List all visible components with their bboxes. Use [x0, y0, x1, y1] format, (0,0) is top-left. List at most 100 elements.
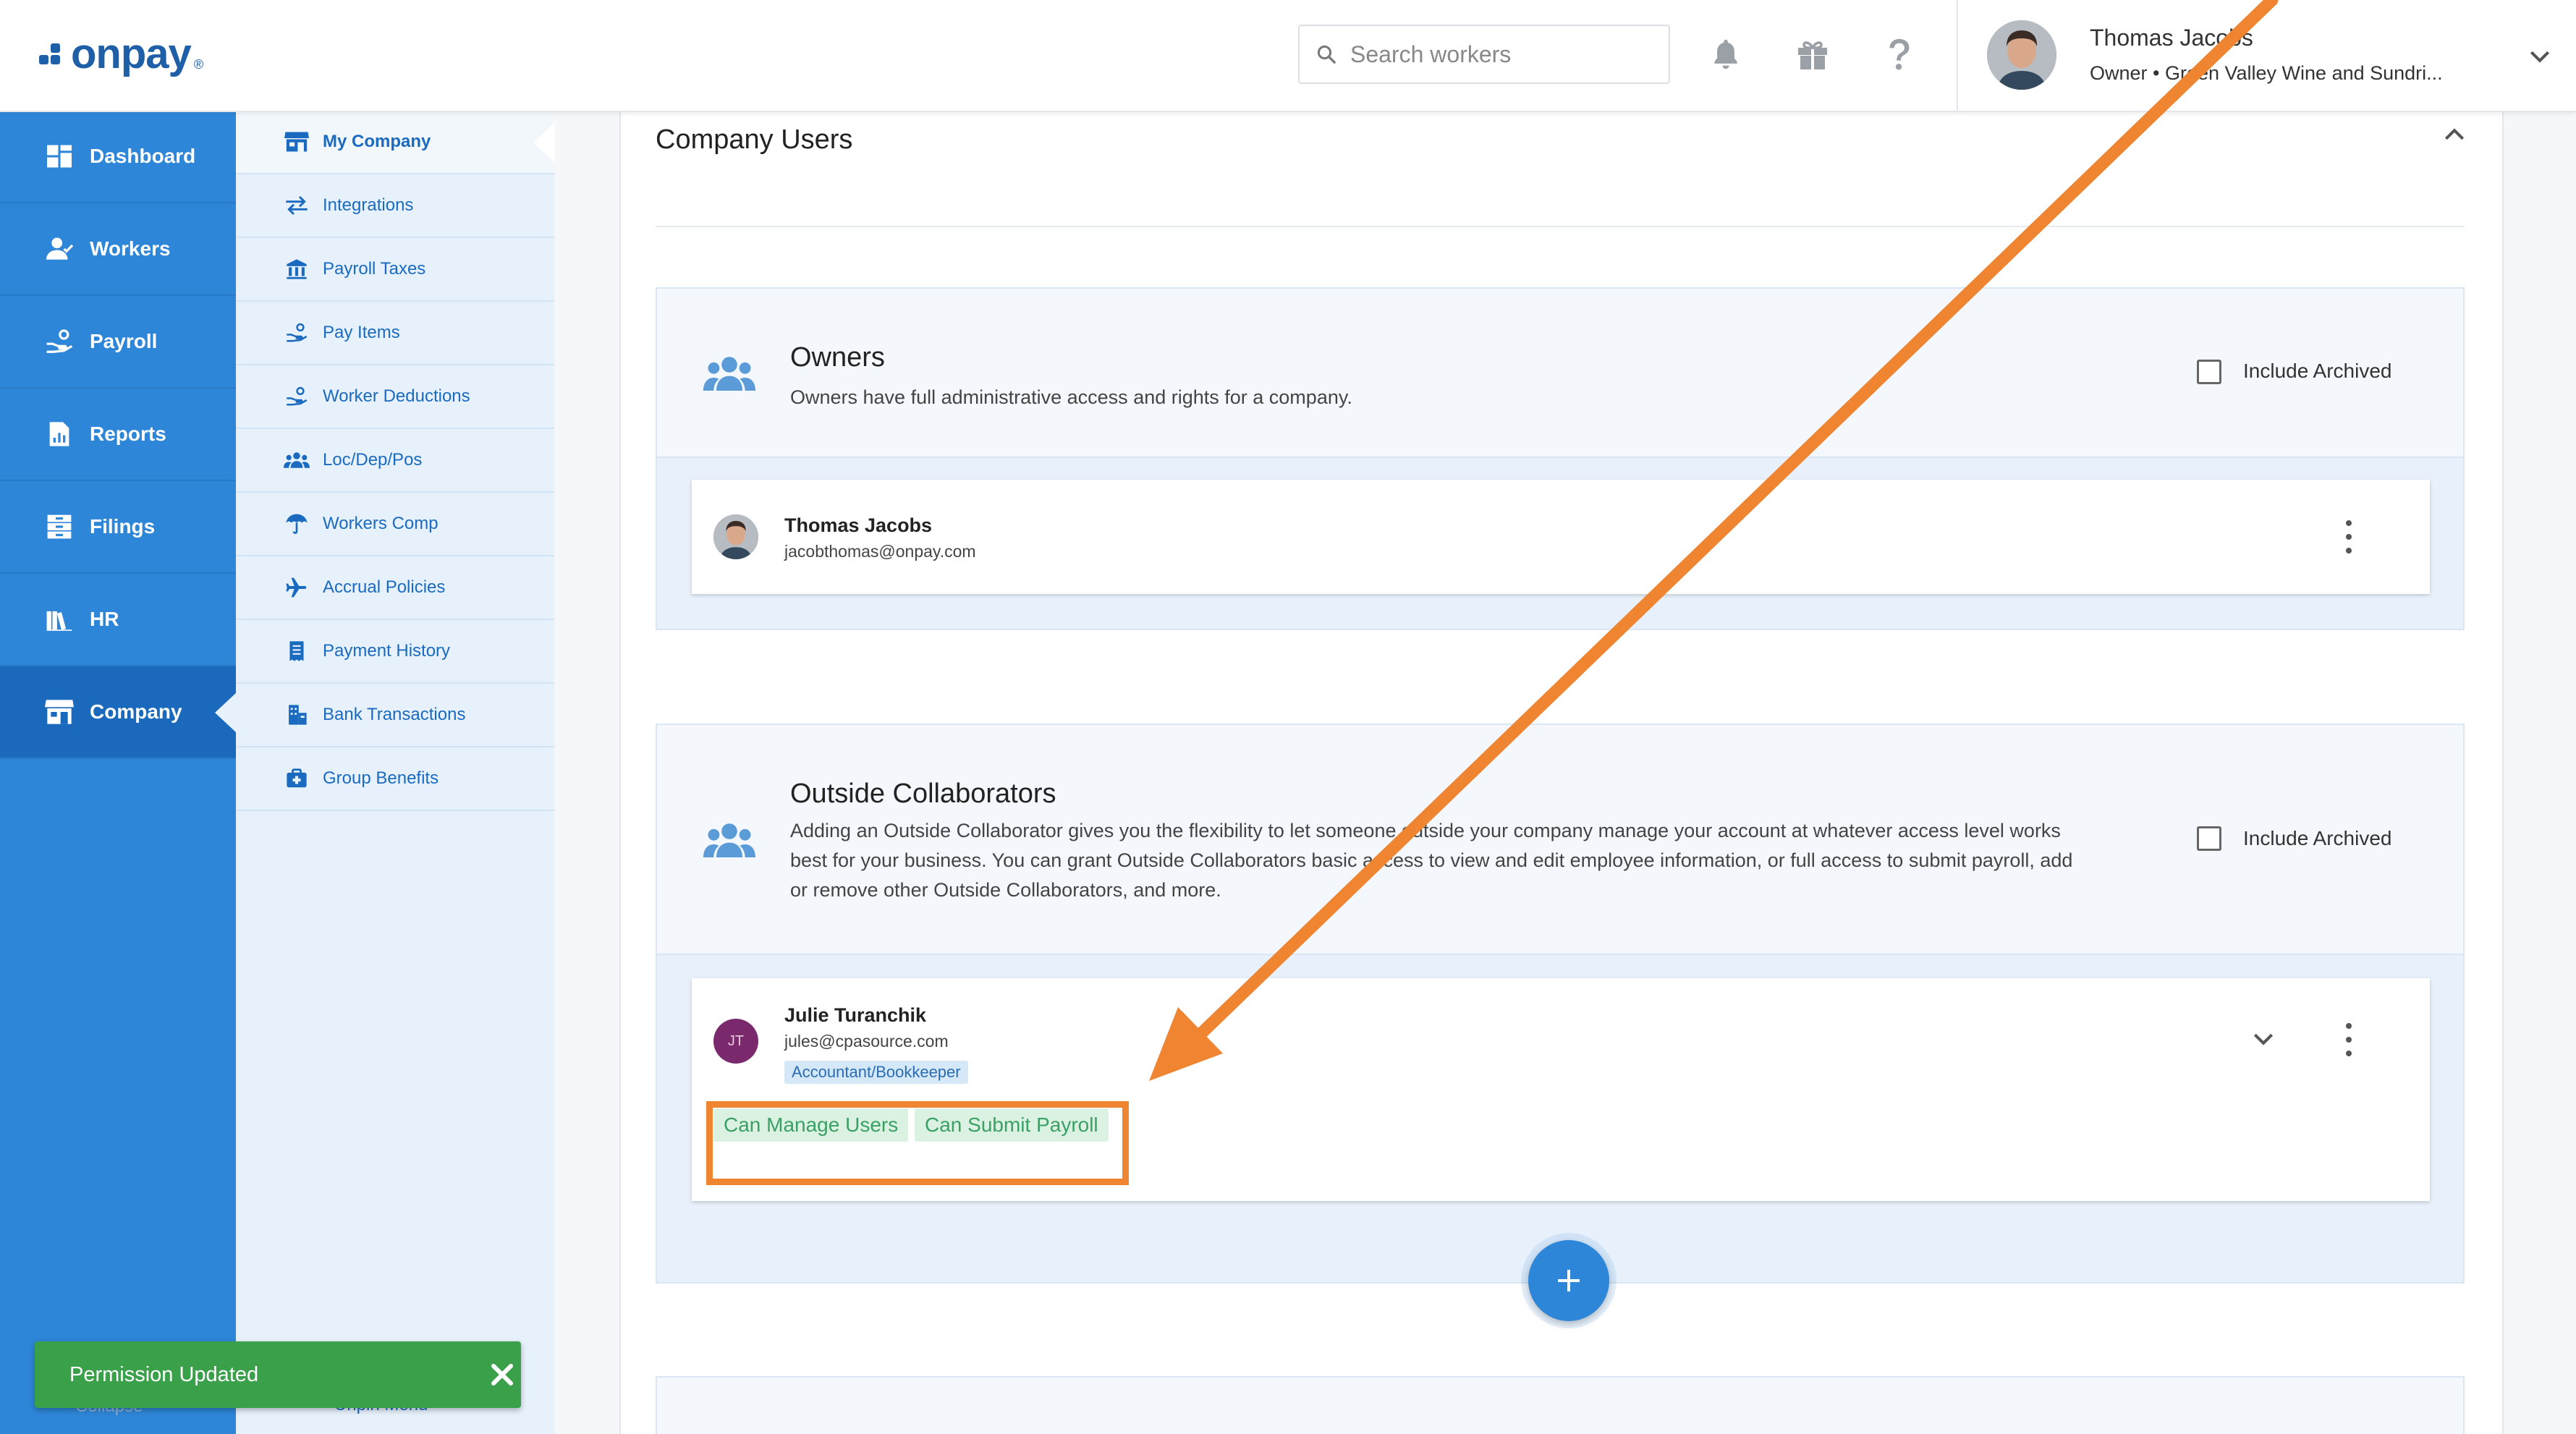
dashboard-icon — [43, 140, 75, 172]
collaborators-description-line-1: Adding an Outside Collaborator gives you… — [790, 820, 2061, 841]
include-archived-collaborators-checkbox[interactable] — [2197, 826, 2221, 851]
chevron-down-icon[interactable] — [2249, 1024, 2278, 1053]
collaborator-email: jules@cpasource.com — [784, 1032, 949, 1051]
collaborators-title: Outside Collaborators — [790, 778, 1056, 809]
collaborators-description-line-3: or remove other Outside Collaborators, a… — [790, 879, 1221, 901]
user-name[interactable]: Thomas Jacobs — [2090, 25, 2253, 51]
company-icon — [43, 696, 75, 728]
subnav-item-label: Loc/Dep/Pos — [323, 450, 423, 470]
subnav-item-accrual-policies[interactable]: Accrual Policies — [236, 556, 554, 620]
group-icon — [703, 357, 755, 391]
permission-badge-submit-payroll[interactable]: Can Submit Payroll — [915, 1108, 1109, 1142]
subnav-item-my-company[interactable]: My Company — [236, 111, 555, 174]
subnav-item-payment-history[interactable]: Payment History — [236, 620, 554, 684]
subnav-item-label: Payroll Taxes — [323, 259, 426, 279]
workers-icon — [43, 233, 75, 265]
user-role: Owner • Green Valley Wine and Sundri... — [2090, 62, 2443, 84]
sidebar-item-workers[interactable]: Workers — [0, 203, 236, 296]
more-options-icon[interactable] — [2342, 1023, 2356, 1056]
user-photo-icon — [713, 514, 758, 559]
role-badge: Accountant/Bookkeeper — [784, 1061, 968, 1084]
sidebar-item-label: Workers — [90, 237, 171, 260]
primary-sidebar: Dashboard Workers Payroll Reports Filing… — [0, 111, 237, 1434]
sidebar-item-label: Reports — [90, 423, 166, 445]
avatar[interactable] — [1987, 20, 2056, 90]
subnav-item-label: Worker Deductions — [323, 386, 470, 406]
chevron-up-icon[interactable] — [2440, 120, 2469, 149]
search-input[interactable] — [1349, 40, 1656, 69]
toast-message: Permission Updated — [69, 1363, 259, 1386]
sidebar-item-label: Payroll — [90, 330, 158, 352]
close-icon[interactable] — [489, 1362, 515, 1388]
subnav-item-group-benefits[interactable]: Group Benefits — [236, 747, 554, 811]
search-box[interactable] — [1298, 25, 1670, 84]
subnav-item-workers-comp[interactable]: Workers Comp — [236, 493, 554, 556]
include-archived-owners-checkbox[interactable] — [2197, 360, 2221, 384]
filings-icon — [43, 511, 75, 543]
onpay-logo[interactable]: onpay ® — [39, 26, 203, 81]
bank-icon — [284, 256, 310, 282]
subnav-item-integrations[interactable]: Integrations — [236, 174, 554, 238]
logo-text: onpay — [71, 30, 192, 77]
swap-icon — [284, 192, 310, 219]
gift-icon — [1798, 41, 1827, 69]
sidebar-item-label: Dashboard — [90, 145, 196, 167]
subnav-item-label: Group Benefits — [323, 768, 439, 788]
sidebar-item-filings[interactable]: Filings — [0, 481, 236, 574]
owner-email: jacobthomas@onpay.com — [784, 542, 976, 561]
sidebar-item-company[interactable]: Company — [0, 666, 237, 759]
permission-badge-manage-users[interactable]: Can Manage Users — [713, 1108, 909, 1142]
top-bar: onpay ® Search workers Thomas Jacobs Own… — [0, 0, 2576, 112]
header-divider — [1957, 0, 1958, 111]
hand-coin-icon — [284, 383, 310, 410]
subnav-item-loc-dep-pos[interactable]: Loc/Dep/Pos — [236, 429, 554, 493]
group-icon — [703, 823, 755, 857]
owners-description: Owners have full administrative access a… — [790, 386, 1352, 408]
chevron-down-icon[interactable] — [2525, 42, 2554, 71]
sidebar-item-reports[interactable]: Reports — [0, 389, 236, 481]
collaborators-panel: Outside Collaborators Adding an Outside … — [656, 724, 2465, 1284]
subnav-item-label: Payment History — [323, 641, 451, 661]
subnav-item-worker-deductions[interactable]: Worker Deductions — [236, 365, 554, 429]
collaborators-description-line-2: best for your business. You can grant Ou… — [790, 849, 2073, 871]
page-title: Company Users — [656, 124, 853, 155]
airplane-icon — [284, 574, 310, 601]
include-archived-label: Include Archived — [2243, 360, 2392, 382]
subnav-item-payroll-taxes[interactable]: Payroll Taxes — [236, 238, 554, 302]
subnav-item-label: Pay Items — [323, 323, 400, 342]
plus-icon — [1558, 1270, 1580, 1291]
logo-registered-mark: ® — [193, 56, 204, 72]
owners-header: Owners Owners have full administrative a… — [657, 289, 2463, 458]
notifications-button[interactable] — [1706, 35, 1745, 74]
bank-building-icon — [284, 702, 310, 728]
reports-icon — [43, 418, 75, 450]
avatar — [713, 514, 758, 559]
more-options-icon[interactable] — [2342, 520, 2356, 553]
include-archived-label: Include Archived — [2243, 827, 2392, 849]
gifts-button[interactable] — [1793, 35, 1832, 74]
owners-panel: Owners Owners have full administrative a… — [656, 287, 2465, 630]
collaborators-header: Outside Collaborators Adding an Outside … — [657, 725, 2463, 955]
umbrella-icon — [284, 511, 310, 537]
subnav-item-label: My Company — [323, 132, 431, 151]
store-icon — [284, 129, 310, 155]
secondary-sidebar: My Company Integrations Payroll Taxes Pa… — [236, 111, 555, 1434]
add-collaborator-button[interactable] — [1528, 1240, 1609, 1321]
sidebar-item-dashboard[interactable]: Dashboard — [0, 111, 236, 203]
subnav-item-pay-items[interactable]: Pay Items — [236, 302, 554, 365]
medical-bag-icon — [284, 765, 310, 792]
sidebar-item-payroll[interactable]: Payroll — [0, 296, 236, 389]
subnav-item-label: Integrations — [323, 195, 414, 215]
sidebar-item-label: Company — [90, 700, 182, 723]
subnav-item-bank-transactions[interactable]: Bank Transactions — [236, 684, 554, 747]
collaborator-user-card[interactable]: JT Julie Turanchik jules@cpasource.com A… — [692, 978, 2430, 1201]
subnav-item-label: Accrual Policies — [323, 577, 446, 597]
sidebar-item-hr[interactable]: HR — [0, 574, 236, 666]
subnav-item-label: Workers Comp — [323, 514, 438, 533]
logo-mark-icon — [39, 39, 67, 68]
user-photo-icon — [1987, 20, 2056, 90]
bell-icon — [1714, 39, 1737, 69]
help-button[interactable] — [1880, 35, 1919, 74]
owner-user-card[interactable]: Thomas Jacobs jacobthomas@onpay.com — [692, 480, 2430, 594]
group-icon — [284, 447, 310, 473]
